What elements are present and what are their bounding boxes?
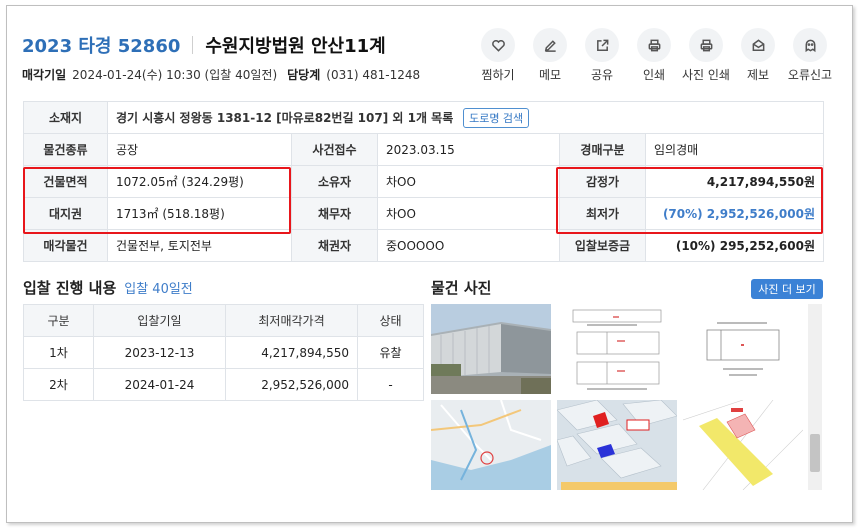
- sale-object-value: 건물전부, 토지전부: [107, 229, 292, 262]
- min-price-cell: 4,217,894,550: [225, 336, 358, 369]
- photo-building[interactable]: [431, 304, 551, 394]
- manager-phone: (031) 481-1248: [326, 67, 421, 82]
- favorite-button[interactable]: 찜하기: [472, 28, 524, 83]
- manager-label: 담당계: [287, 68, 321, 82]
- sale-info-line: 매각기일 2024-01-24(수) 10:30 (입찰 40일전) 담당계 (…: [22, 66, 420, 83]
- owner-label: 소유자: [291, 165, 378, 198]
- location-label: 소재지: [23, 101, 108, 134]
- memo-label: 메모: [538, 68, 562, 82]
- deposit-label: 입찰보증금: [559, 229, 646, 262]
- table-row: 매각물건 건물전부, 토지전부 채권자 중OOOOO 입찰보증금 (10%) 2…: [23, 229, 825, 262]
- creditor-value: 중OOOOO: [377, 229, 560, 262]
- price-highlight-box: [556, 167, 823, 234]
- column-header: 최저매각가격: [225, 304, 358, 337]
- location-cell: 경기 시흥시 정왕동 1381-12 [마유로82번길 107] 외 1개 목록…: [106, 101, 825, 134]
- photo-land-parcel[interactable]: [683, 400, 803, 490]
- print-icon: [648, 39, 660, 51]
- type-label: 물건종류: [23, 133, 108, 166]
- case-received-label: 사건접수: [291, 133, 378, 166]
- share-button[interactable]: 공유: [576, 28, 628, 83]
- memo-button[interactable]: 메모: [524, 28, 576, 83]
- road-search-button[interactable]: 도로명 검색: [463, 107, 530, 128]
- print-button[interactable]: 인쇄: [628, 28, 680, 83]
- debtor-value: 차OO: [377, 197, 560, 230]
- share-icon: [596, 39, 608, 51]
- bid-date-cell: 2024-01-24: [93, 368, 226, 401]
- sale-object-label: 매각물건: [23, 229, 108, 262]
- photos-scrollbar[interactable]: [808, 304, 822, 490]
- case-number: 2023 타경 52860: [22, 36, 181, 57]
- status-cell: -: [357, 368, 424, 401]
- bid-progress-heading: 입찰 진행 내용: [23, 279, 117, 297]
- photos-title: 물건 사진: [431, 279, 492, 297]
- table-header-row: 구분 입찰기일 최저매각가격 상태: [23, 304, 424, 337]
- photo-print-label: 사진 인쇄: [682, 68, 730, 82]
- favorite-label: 찜하기: [481, 68, 515, 82]
- photo-site-plan[interactable]: [557, 304, 677, 394]
- bid-date-cell: 2023-12-13: [93, 336, 226, 369]
- sale-date-label: 매각기일: [22, 68, 67, 82]
- sale-date-value: 2024-01-24(수) 10:30 (입찰 40일전): [72, 68, 278, 82]
- photo-cadastral-map[interactable]: [557, 400, 677, 490]
- error-report-label: 오류신고: [787, 68, 833, 82]
- case-title: 2023 타경 52860 수원지방법원 안산11계: [22, 32, 386, 58]
- table-row: 1차 2023-12-13 4,217,894,550 유찰: [23, 336, 424, 369]
- column-header: 입찰기일: [93, 304, 226, 337]
- report-label: 제보: [746, 68, 770, 82]
- action-toolbar: 찜하기 메모 공유 인쇄 사진 인쇄 제보 오류신고: [472, 28, 836, 83]
- column-header: 구분: [23, 304, 94, 337]
- photo-print-button[interactable]: 사진 인쇄: [680, 28, 732, 83]
- auction-type-value: 임의경매: [644, 133, 825, 166]
- deposit-value: (10%) 295,252,600원: [644, 229, 825, 262]
- table-row: 2차 2024-01-24 2,952,526,000 -: [23, 368, 424, 401]
- creditor-label: 채권자: [291, 229, 378, 262]
- heart-icon: [491, 39, 505, 52]
- scrollbar-thumb[interactable]: [810, 434, 820, 472]
- report-button[interactable]: 제보: [732, 28, 784, 83]
- round-cell: 1차: [23, 336, 94, 369]
- area-highlight-box: [23, 167, 291, 234]
- case-received-value: 2023.03.15: [377, 133, 560, 166]
- table-row: 소재지 경기 시흥시 정왕동 1381-12 [마유로82번길 107] 외 1…: [23, 101, 825, 134]
- type-value: 공장: [107, 133, 292, 166]
- share-label: 공유: [590, 68, 614, 82]
- bid-countdown: 입찰 40일전: [124, 282, 193, 297]
- bid-progress-title: 입찰 진행 내용 입찰 40일전: [23, 277, 193, 298]
- min-price-cell: 2,952,526,000: [225, 368, 358, 401]
- owner-value: 차OO: [377, 165, 560, 198]
- more-photos-button[interactable]: 사진 더 보기: [751, 279, 823, 299]
- mail-icon: [752, 38, 764, 51]
- auction-type-label: 경매구분: [559, 133, 646, 166]
- print-icon: [700, 39, 712, 51]
- pencil-icon: [544, 39, 556, 52]
- error-report-button[interactable]: 오류신고: [784, 28, 836, 83]
- title-divider: [192, 36, 194, 54]
- column-header: 상태: [357, 304, 424, 337]
- bid-progress-table: 구분 입찰기일 최저매각가격 상태 1차 2023-12-13 4,217,89…: [23, 304, 424, 401]
- photo-location-map[interactable]: [431, 400, 551, 490]
- ghost-icon: [805, 39, 815, 52]
- debtor-label: 채무자: [291, 197, 378, 230]
- table-row: 물건종류 공장 사건접수 2023.03.15 경매구분 임의경매: [23, 133, 825, 166]
- print-label: 인쇄: [642, 68, 666, 82]
- round-cell: 2차: [23, 368, 94, 401]
- location-value: 경기 시흥시 정왕동 1381-12 [마유로82번길 107] 외 1개 목록: [116, 110, 454, 125]
- status-cell: 유찰: [357, 336, 424, 369]
- court-name: 수원지방법원 안산11계: [205, 36, 386, 57]
- photo-floor-plan[interactable]: [683, 304, 803, 394]
